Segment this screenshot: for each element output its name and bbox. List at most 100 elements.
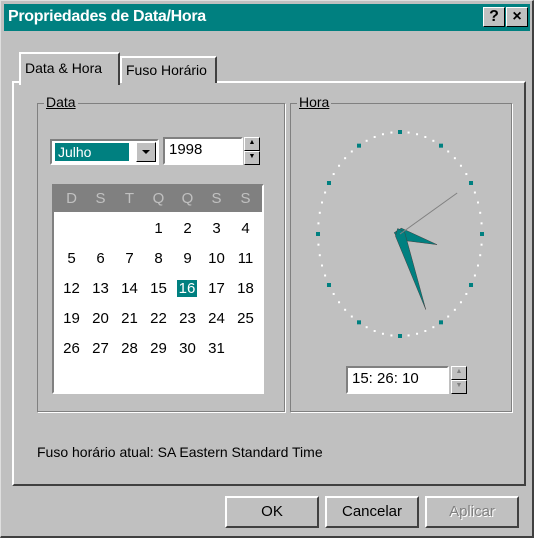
- clock-minute-tick: [365, 326, 368, 329]
- clock-minute-tick: [432, 139, 435, 142]
- clock-minute-tick: [473, 274, 476, 277]
- clock-minute-tick: [390, 334, 393, 337]
- calendar-day[interactable]: 4: [231, 220, 260, 237]
- chevron-down-icon: [142, 150, 150, 154]
- time-group-label: Hora: [297, 94, 332, 110]
- calendar-day[interactable]: 10: [202, 250, 231, 267]
- calendar-day[interactable]: 13: [86, 280, 115, 297]
- clock-minute-tick: [373, 135, 376, 138]
- calendar-day[interactable]: 27: [86, 340, 115, 357]
- cancel-button[interactable]: Cancelar: [325, 496, 419, 528]
- clock-minute-tick: [338, 164, 341, 167]
- clock-hour-tick: [480, 232, 484, 236]
- weekday-header: Q: [181, 190, 194, 207]
- calendar-day[interactable]: 28: [115, 340, 144, 357]
- clock-hour-tick: [316, 232, 320, 236]
- calendar-day[interactable]: 3: [202, 220, 231, 237]
- clock-minute-tick: [480, 222, 483, 225]
- clock-minute-tick: [416, 332, 419, 335]
- calendar-day[interactable]: 15: [144, 280, 173, 297]
- calendar-day[interactable]: 22: [144, 310, 173, 327]
- calendar-day[interactable]: 30: [173, 340, 202, 357]
- month-dropdown-button[interactable]: [136, 142, 156, 162]
- clock-minute-tick: [424, 135, 427, 138]
- calendar-day[interactable]: 21: [115, 310, 144, 327]
- clock-minute-tick: [324, 191, 327, 194]
- calendar-day[interactable]: 29: [144, 340, 173, 357]
- help-button[interactable]: ?: [483, 7, 505, 27]
- clock-minute-tick: [459, 164, 462, 167]
- calendar-day[interactable]: 20: [86, 310, 115, 327]
- clock-minute-tick: [479, 254, 482, 257]
- calendar-day[interactable]: 25: [231, 310, 260, 327]
- calendar-day[interactable]: 9: [173, 250, 202, 267]
- year-input[interactable]: 1998: [163, 137, 243, 165]
- clock-minute-tick: [416, 133, 419, 136]
- calendar-day[interactable]: 2: [173, 220, 202, 237]
- calendar-day[interactable]: 12: [57, 280, 86, 297]
- clock-minute-tick: [453, 157, 456, 160]
- clock-minute-tick: [447, 150, 450, 153]
- clock-hour-tick: [326, 181, 331, 185]
- calendar-day[interactable]: 31: [202, 340, 231, 357]
- date-time-properties-window: Propriedades de Data/Hora ? × Data Hora …: [0, 0, 534, 538]
- year-spin-up[interactable]: ▲: [244, 137, 260, 151]
- clock-minute-tick: [479, 211, 482, 214]
- clock-minute-tick: [338, 301, 341, 304]
- clock-minute-tick: [465, 173, 468, 176]
- clock-minute-tick: [381, 133, 384, 136]
- clock-minute-tick: [432, 326, 435, 329]
- calendar-day-selected[interactable]: 16: [177, 280, 197, 297]
- clock-minute-tick: [390, 131, 393, 134]
- clock-minute-tick: [480, 243, 483, 246]
- close-button[interactable]: ×: [506, 7, 528, 27]
- clock-minute-tick: [381, 332, 384, 335]
- weekday-header: S: [211, 190, 222, 207]
- tab-time-zone[interactable]: Fuso Horário: [120, 56, 217, 83]
- clock-minute-tick: [318, 211, 321, 214]
- current-timezone-label: Fuso horário atual: SA Eastern Standard …: [37, 444, 323, 460]
- clock-minute-tick: [350, 315, 353, 318]
- time-spin-up[interactable]: ▲: [451, 366, 467, 380]
- calendar-day[interactable]: 26: [57, 340, 86, 357]
- clock-minute-tick: [317, 243, 320, 246]
- title-bar[interactable]: Propriedades de Data/Hora ? ×: [4, 4, 530, 31]
- tab-date-time[interactable]: Data & Hora: [19, 52, 120, 85]
- clock-second-hand: [399, 192, 458, 235]
- clock-hour-tick: [439, 320, 443, 325]
- tab-time-zone-label: Fuso Horário: [126, 62, 207, 78]
- clock-hour-tick: [439, 143, 443, 148]
- calendar-day[interactable]: 24: [202, 310, 231, 327]
- date-group-label: Data: [44, 94, 78, 110]
- calendar-day[interactable]: 7: [115, 250, 144, 267]
- calendar-day[interactable]: 1: [144, 220, 173, 237]
- time-spin-down[interactable]: ▼: [451, 380, 467, 394]
- calendar-day[interactable]: 19: [57, 310, 86, 327]
- apply-button[interactable]: Aplicar: [425, 496, 519, 528]
- calendar-day[interactable]: 23: [173, 310, 202, 327]
- clock-hour-tick: [398, 334, 402, 338]
- month-value: Julho: [55, 143, 129, 161]
- clock-minute-tick: [321, 201, 324, 204]
- calendar-day[interactable]: 8: [144, 250, 173, 267]
- ok-button[interactable]: OK: [225, 496, 319, 528]
- clock-hour-tick: [357, 320, 361, 325]
- calendar-grid: D S T Q Q S S 1 2 3 4 5 6 7 8 9 10 11 12 13 14 15 16 17 18 19 20 21…: [52, 184, 264, 394]
- calendar-day[interactable]: 5: [57, 250, 86, 267]
- calendar-day[interactable]: 17: [202, 280, 231, 297]
- clock-minute-tick: [447, 315, 450, 318]
- year-spin-down[interactable]: ▼: [244, 151, 260, 165]
- month-dropdown[interactable]: Julho: [50, 139, 159, 165]
- calendar-day[interactable]: 18: [231, 280, 260, 297]
- weekday-header: T: [124, 190, 135, 207]
- calendar-day[interactable]: 11: [231, 250, 260, 267]
- clock-minute-tick: [318, 254, 321, 257]
- calendar-day[interactable]: 6: [86, 250, 115, 267]
- analog-clock: [316, 130, 484, 338]
- clock-minute-tick: [373, 330, 376, 333]
- time-input[interactable]: 15: 26: 10: [346, 366, 449, 394]
- clock-minute-tick: [465, 292, 468, 295]
- clock-minute-tick: [321, 264, 324, 267]
- clock-minute-tick: [453, 308, 456, 311]
- calendar-day[interactable]: 14: [115, 280, 144, 297]
